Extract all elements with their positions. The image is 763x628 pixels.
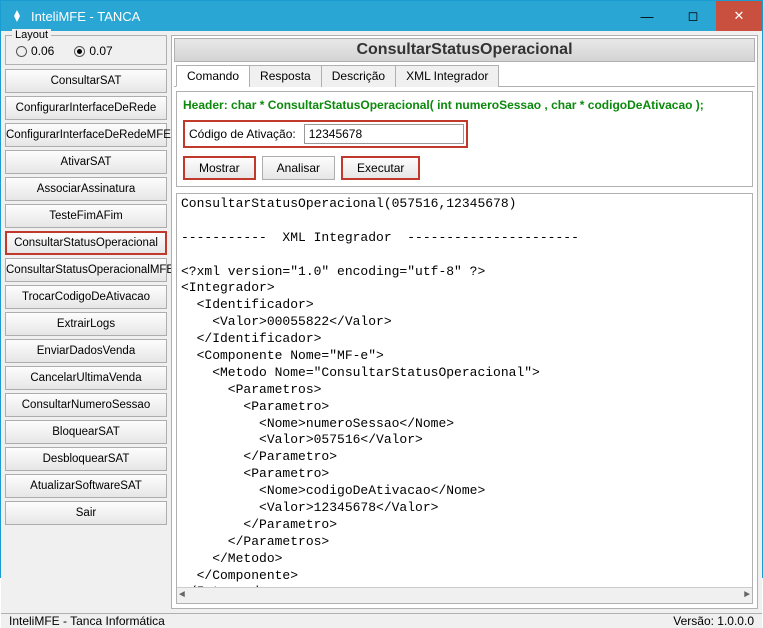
minimize-button[interactable]: — — [624, 1, 670, 31]
statusbar: InteliMFE - Tanca Informática Versão: 1.… — [1, 613, 762, 628]
status-right: Versão: 1.0.0.0 — [673, 614, 754, 628]
activation-code-input[interactable] — [304, 124, 464, 144]
radio-icon — [16, 46, 27, 57]
sidebar-item-DesbloquearSAT[interactable]: DesbloquearSAT — [5, 447, 167, 471]
mostrar-button[interactable]: Mostrar — [183, 156, 256, 180]
header-signature: Header: char * ConsultarStatusOperaciona… — [183, 98, 746, 112]
radio-label: 0.07 — [89, 44, 112, 58]
scroll-right-icon[interactable]: ► — [744, 589, 750, 602]
output-textarea[interactable]: ConsultarStatusOperacional(057516,123456… — [176, 193, 753, 604]
sidebar-item-ConfigurarInterfaceDeRedeMFE[interactable]: ConfigurarInterfaceDeRedeMFE — [5, 123, 167, 147]
tab-Resposta[interactable]: Resposta — [249, 65, 322, 87]
sidebar-item-AssociarAssinatura[interactable]: AssociarAssinatura — [5, 177, 167, 201]
maximize-button[interactable]: ◻ — [670, 1, 716, 31]
sidebar-item-AtualizarSoftwareSAT[interactable]: AtualizarSoftwareSAT — [5, 474, 167, 498]
close-button[interactable]: ✕ — [716, 1, 762, 31]
status-left: InteliMFE - Tanca Informática — [9, 614, 165, 628]
activation-code-row: Código de Ativação: — [183, 120, 468, 148]
layout-group: Layout 0.060.07 — [5, 35, 167, 65]
app-icon — [9, 8, 25, 24]
sidebar-item-Sair[interactable]: Sair — [5, 501, 167, 525]
scroll-left-icon[interactable]: ◄ — [179, 589, 185, 602]
sidebar-item-TrocarCodigoDeAtivacao[interactable]: TrocarCodigoDeAtivacao — [5, 285, 167, 309]
sidebar: Layout 0.060.07 ConsultarSATConfigurarIn… — [5, 35, 167, 609]
window-title: InteliMFE - TANCA — [31, 9, 624, 24]
sidebar-item-ConfigurarInterfaceDeRede[interactable]: ConfigurarInterfaceDeRede — [5, 96, 167, 120]
sidebar-item-ExtrairLogs[interactable]: ExtrairLogs — [5, 312, 167, 336]
output-content: ConsultarStatusOperacional(057516,123456… — [181, 196, 579, 599]
sidebar-item-TesteFimAFim[interactable]: TesteFimAFim — [5, 204, 167, 228]
layout-radio-0-07[interactable]: 0.07 — [74, 44, 112, 58]
executar-button[interactable]: Executar — [341, 156, 420, 180]
sidebar-item-ConsultarStatusOperacionalMFE[interactable]: ConsultarStatusOperacionalMFE — [5, 258, 167, 282]
tab-XML Integrador[interactable]: XML Integrador — [395, 65, 499, 87]
analisar-button[interactable]: Analisar — [262, 156, 335, 180]
sidebar-item-BloquearSAT[interactable]: BloquearSAT — [5, 420, 167, 444]
command-form: Header: char * ConsultarStatusOperaciona… — [176, 91, 753, 187]
tab-bar: ComandoRespostaDescriçãoXML Integrador — [174, 64, 755, 87]
sidebar-item-CancelarUltimaVenda[interactable]: CancelarUltimaVenda — [5, 366, 167, 390]
layout-legend: Layout — [12, 29, 51, 41]
sidebar-item-EnviarDadosVenda[interactable]: EnviarDadosVenda — [5, 339, 167, 363]
activation-code-label: Código de Ativação: — [187, 127, 298, 141]
horizontal-scrollbar[interactable]: ◄► — [177, 587, 752, 603]
layout-radio-0-06[interactable]: 0.06 — [16, 44, 54, 58]
radio-icon — [74, 46, 85, 57]
tab-Descrição[interactable]: Descrição — [321, 65, 396, 87]
page-title: ConsultarStatusOperacional — [174, 38, 755, 62]
sidebar-item-ConsultarNumeroSessao[interactable]: ConsultarNumeroSessao — [5, 393, 167, 417]
sidebar-item-ConsultarSAT[interactable]: ConsultarSAT — [5, 69, 167, 93]
sidebar-item-ConsultarStatusOperacional[interactable]: ConsultarStatusOperacional — [5, 231, 167, 255]
tab-Comando[interactable]: Comando — [176, 65, 250, 87]
main-panel: ConsultarStatusOperacional ComandoRespos… — [171, 35, 758, 609]
titlebar: InteliMFE - TANCA — ◻ ✕ — [1, 1, 762, 31]
sidebar-item-AtivarSAT[interactable]: AtivarSAT — [5, 150, 167, 174]
radio-label: 0.06 — [31, 44, 54, 58]
